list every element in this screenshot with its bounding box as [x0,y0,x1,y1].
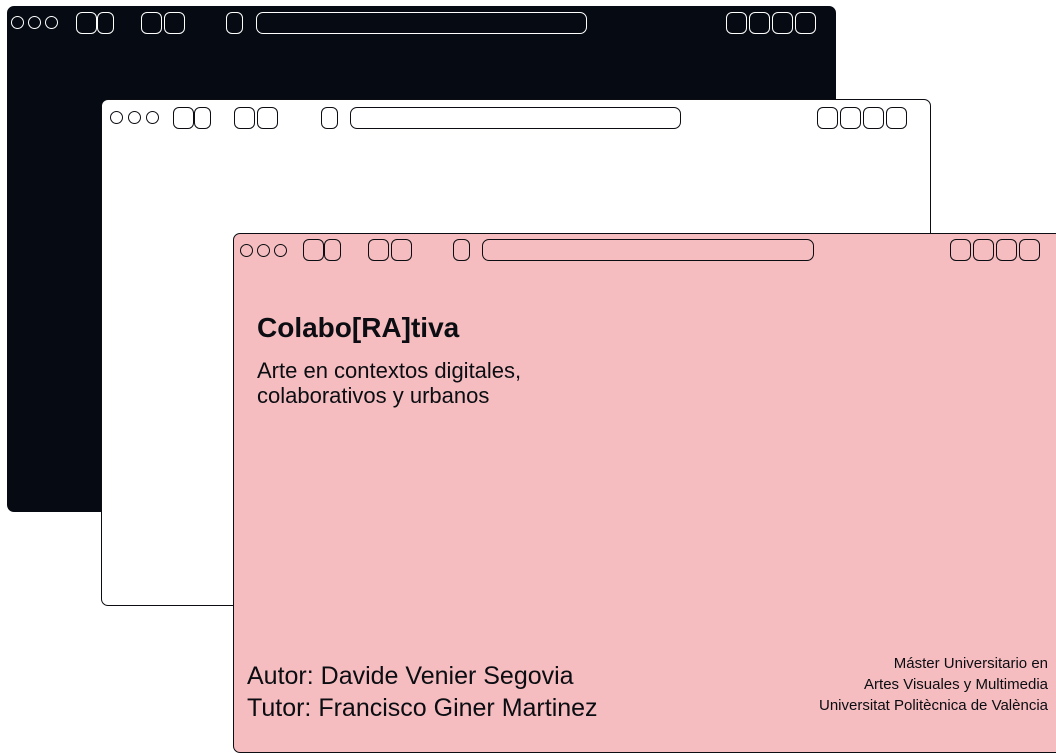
window-control-icon[interactable] [973,239,994,261]
address-bar[interactable] [350,107,681,129]
forward-button-icon[interactable] [164,12,185,34]
tab-button-icon[interactable] [97,12,114,34]
window-control-icon[interactable] [840,107,861,129]
university-name: Universitat Politècnica de València [818,697,1048,714]
window-dot-icon[interactable] [128,111,141,124]
institution-block: Máster Universitario en Artes Visuales y… [819,653,1048,716]
back-button-icon[interactable] [234,107,255,129]
tab-button-icon[interactable] [303,239,324,261]
window-dot-icon[interactable] [240,244,253,257]
window-dot-icon[interactable] [110,111,123,124]
tab-button-icon[interactable] [76,12,97,34]
window-control-icon[interactable] [1019,239,1040,261]
window-toolbar [234,234,1056,268]
address-bar[interactable] [256,12,587,34]
window-control-icon[interactable] [950,239,971,261]
page-subtitle: Arte en contextos digitales, colaborativ… [257,358,677,408]
forward-button-icon[interactable] [257,107,278,129]
subtitle-line-2: colaborativos y urbanos [257,383,490,408]
window-dot-icon[interactable] [28,16,41,29]
window-toolbar [102,100,930,134]
window-dot-icon[interactable] [146,111,159,124]
window-control-icon[interactable] [749,12,770,34]
tab-button-icon[interactable] [324,239,341,261]
window-dot-icon[interactable] [274,244,287,257]
reload-button-icon[interactable] [321,107,338,129]
author-line: Autor: Davide Venier Segovia [247,662,574,690]
reload-button-icon[interactable] [453,239,470,261]
window-dot-icon[interactable] [11,16,24,29]
tutor-line: Tutor: Francisco Giner Martinez [247,694,598,722]
window-control-icon[interactable] [996,239,1017,261]
window-control-icon[interactable] [772,12,793,34]
page-title: Colabo[RA]tiva [257,312,460,343]
back-button-icon[interactable] [368,239,389,261]
credits: Autor: Davide Venier Segovia Tutor: Fran… [247,660,598,724]
forward-button-icon[interactable] [391,239,412,261]
window-dot-icon[interactable] [45,16,58,29]
window-control-icon[interactable] [726,12,747,34]
browser-window-pink: Colabo[RA]tiva Arte en contextos digital… [233,233,1056,753]
tab-button-icon[interactable] [194,107,211,129]
window-control-icon[interactable] [817,107,838,129]
window-control-icon[interactable] [886,107,907,129]
reload-button-icon[interactable] [226,12,243,34]
window-control-icon[interactable] [795,12,816,34]
degree-line-1: Máster Universitario en [893,655,1048,672]
back-button-icon[interactable] [141,12,162,34]
window-control-icon[interactable] [863,107,884,129]
tab-button-icon[interactable] [173,107,194,129]
window-dot-icon[interactable] [257,244,270,257]
subtitle-line-1: Arte en contextos digitales, [257,358,522,383]
address-bar[interactable] [482,239,814,261]
window-toolbar [8,7,835,41]
degree-line-2: Artes Visuales y Multimedia [864,676,1048,693]
